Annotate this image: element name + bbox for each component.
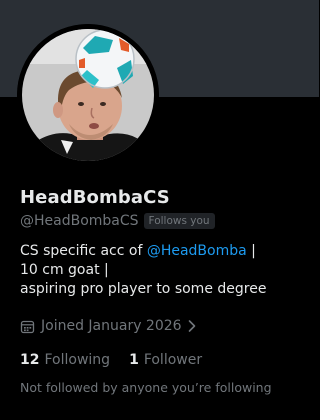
followers-count: 1 xyxy=(129,352,139,368)
chevron-right-icon xyxy=(187,319,197,333)
avatar[interactable] xyxy=(17,24,159,166)
mention-link[interactable]: @HeadBomba xyxy=(147,243,247,259)
joined-date-row[interactable]: Joined January 2026 xyxy=(20,316,197,336)
followers-you-know: Not followed by anyone you’re following xyxy=(20,380,272,395)
profile-page: HeadBombaCS @HeadBombaCS Follows you CS … xyxy=(0,0,319,420)
following-label: Following xyxy=(44,352,111,368)
bio-text: | xyxy=(246,243,256,259)
user-handle: @HeadBombaCS xyxy=(20,213,139,229)
bio: CS specific acc of @HeadBomba | 10 cm go… xyxy=(20,242,310,299)
bio-line-3: aspiring pro player to some degree xyxy=(20,281,267,297)
bio-line-2: 10 cm goat | xyxy=(20,262,109,278)
display-name: HeadBombaCS xyxy=(20,186,170,208)
calendar-icon xyxy=(20,319,35,334)
following-link[interactable]: 12 Following xyxy=(20,352,110,368)
bio-line-1: CS specific acc of @HeadBomba | xyxy=(20,242,310,261)
bio-text: CS specific acc of xyxy=(20,243,147,259)
followers-label: Follower xyxy=(143,352,203,368)
follows-you-badge: Follows you xyxy=(143,213,215,229)
following-count: 12 xyxy=(20,352,40,368)
follow-stats: 12 Following 1 Follower xyxy=(20,350,202,370)
joined-date-text: Joined January 2026 xyxy=(41,318,182,334)
handle-row: @HeadBombaCS Follows you xyxy=(20,211,215,231)
followers-link[interactable]: 1 Follower xyxy=(129,352,202,368)
display-name-row: HeadBombaCS xyxy=(20,185,170,209)
